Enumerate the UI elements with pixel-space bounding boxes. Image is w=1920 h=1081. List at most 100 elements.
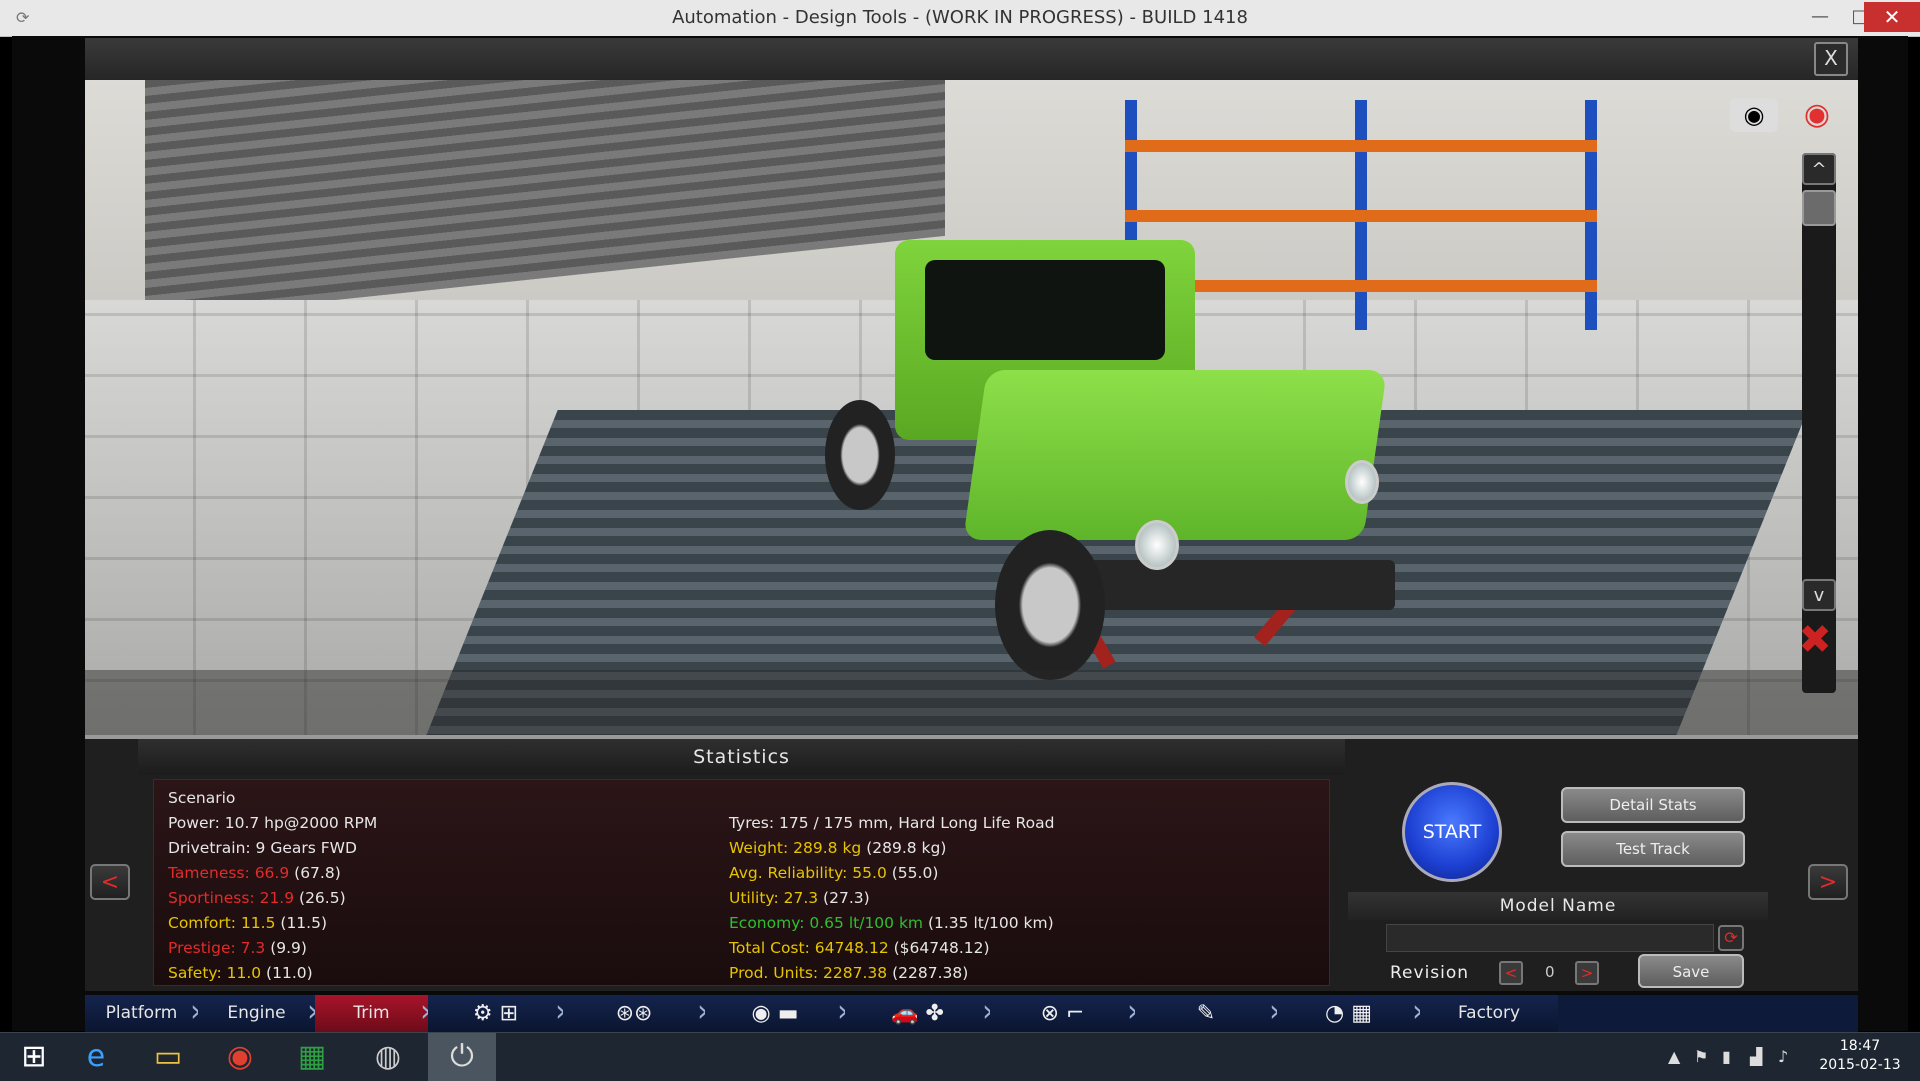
green-truck-model [825,240,1405,680]
tab-label: Trim [353,1003,390,1023]
gearbox-tab[interactable]: ⚙ ⊞ [428,995,563,1032]
stat-row: Comfort: 11.5 (11.5) [168,911,377,936]
revision-next-button[interactable]: > [1575,961,1599,985]
car-body-icon: 🚗 ✤ [891,1001,944,1026]
statistics-title: Statistics [138,739,1345,775]
stat-label: Total Cost: 64748.12 [729,939,889,957]
tray-expand-icon[interactable]: ▲ [1668,1047,1680,1066]
clock-time: 18:47 [1839,1038,1881,1054]
save-button[interactable]: Save [1638,954,1744,988]
stats-right-column: Tyres: 175 / 175 mm, Hard Long Life Road… [729,786,1054,986]
network-icon[interactable]: ▟ [1750,1047,1762,1066]
automation-game-icon[interactable]: ⏻ [428,1033,496,1081]
minimize-button[interactable]: — [1800,2,1840,32]
file-explorer-icon[interactable]: ▭ [134,1033,202,1081]
paint-tab[interactable]: ✎ [1135,995,1277,1032]
stat-label: Utility: 27.3 [729,889,819,907]
prev-page-button[interactable]: < [90,864,130,900]
revision-label: Revision [1390,963,1470,983]
close-window-button[interactable]: ✕ [1864,2,1920,32]
test-track-button[interactable]: Test Track [1561,831,1745,867]
clock-date: 2015-02-13 [1819,1057,1901,1073]
next-page-button[interactable]: > [1808,864,1848,900]
stat-row: Utility: 27.3 (27.3) [729,886,1054,911]
suspension-icon: ◉ ▬ [751,1001,799,1026]
stat-value: (11.0) [261,964,313,982]
internet-explorer-icon[interactable]: e [62,1033,130,1081]
stat-row: Prestige: 7.3 (9.9) [168,936,377,961]
stat-value: (27.3) [818,889,870,907]
stat-label: Weight: 289.8 kg [729,839,862,857]
tab-platform[interactable]: Platform [85,995,198,1032]
chrome-icon[interactable]: ◉ [206,1033,274,1081]
stat-label: Drivetrain: 9 Gears FWD [168,839,357,857]
stat-label: Comfort: 11.5 [168,914,276,932]
stats-left-column: Scenario Power: 10.7 hp@2000 RPM Drivetrai… [168,786,377,986]
car-3d-viewport[interactable]: ◉ ◉ ^ v ✖ [85,80,1858,735]
stat-row: Economy: 0.65 lt/100 km (1.35 lt/100 km) [729,911,1054,936]
stat-row: Sportiness: 21.9 (26.5) [168,886,377,911]
store-icon[interactable]: ▦ [278,1033,346,1081]
camera-icon[interactable]: ◉ [1730,98,1778,132]
refresh-icon[interactable]: ⟳ [1718,925,1744,951]
stat-label: Safety: 11.0 [168,964,262,982]
viewport-overlay-strip [85,670,1858,735]
stat-row: Scenario [168,786,377,811]
zoom-scroll-thumb[interactable] [1802,190,1836,226]
statistics-box: Scenario Power: 10.7 hp@2000 RPM Drivetrai… [153,779,1330,986]
design-tabs-bar: Platform › Engine › Trim › ⚙ ⊞ › ⊛⊛ › ◉ ▬ › 🚗 ✤ › ⊗ ⌐ ›… [85,995,1858,1032]
revision-prev-button[interactable]: < [1499,961,1523,985]
suspension-tab[interactable]: ◉ ▬ [705,995,845,1032]
stat-label: Economy: 0.65 lt/100 km [729,914,924,932]
zoom-scroll-track[interactable] [1802,153,1836,693]
stat-row: Safety: 11.0 (11.0) [168,961,377,986]
stat-label: Tyres: 175 / 175 mm, Hard Long Life Road [729,814,1055,832]
tab-engine[interactable]: Engine [198,995,315,1032]
stat-label: Power: 10.7 hp@2000 RPM [168,814,378,832]
stat-label: Prestige: 7.3 [168,939,266,957]
stat-value: (9.9) [265,939,307,957]
volume-icon[interactable]: ♪ [1778,1047,1788,1066]
stat-label: Avg. Reliability: 55.0 [729,864,887,882]
stat-value: (289.8 kg) [861,839,947,857]
zoom-up-button[interactable]: ^ [1802,153,1836,185]
stat-value: (11.5) [275,914,328,932]
stat-value: ($64748.12) [888,939,990,957]
model-name-label: Model Name [1348,892,1768,920]
stat-value: (2287.38) [887,964,969,982]
tab-trim[interactable]: Trim [315,995,428,1032]
zoom-down-button[interactable]: v [1802,579,1836,611]
stat-row: Tyres: 175 / 175 mm, Hard Long Life Road [729,811,1054,836]
battery-icon[interactable]: ▮ [1722,1047,1731,1066]
stat-value: (1.35 lt/100 km) [923,914,1054,932]
taskbar-clock[interactable]: 18:47 2015-02-13 [1808,1037,1912,1075]
wheels-tab[interactable]: ⊛⊛ [563,995,705,1032]
windows-taskbar: ⊞ e ▭ ◉ ▦ ◍ ⏻ ▲ ⚑ ▮ ▟ ♪ 18:47 2015-02-13 [0,1032,1920,1081]
stat-row: Weight: 289.8 kg (289.8 kg) [729,836,1054,861]
detail-stats-button[interactable]: Detail Stats [1561,787,1745,823]
stat-row: Drivetrain: 9 Gears FWD [168,836,377,861]
start-button[interactable]: START [1402,782,1502,882]
gearbox-icon: ⚙ ⊞ [472,1001,519,1026]
statistics-panel: Statistics Scenario Power: 10.7 hp@2000 R… [85,739,1858,991]
tab-label: Factory [1457,1003,1521,1023]
stat-label: Tameness: 66.9 [168,864,290,882]
interior-tab[interactable]: ⊗ ⌐ [990,995,1135,1032]
tab-factory[interactable]: Factory [1420,995,1558,1032]
car-body-tab[interactable]: 🚗 ✤ [845,995,990,1032]
stat-row: Total Cost: 64748.12 ($64748.12) [729,936,1054,961]
stat-label: Prod. Units: 2287.38 [729,964,888,982]
game-close-button[interactable]: X [1814,42,1848,76]
eye-icon[interactable]: ◉ [1790,98,1844,132]
window-titlebar: ⟳ Automation - Design Tools - (WORK IN P… [0,0,1920,37]
camera-off-icon[interactable]: ✖ [1790,620,1840,660]
revision-value: 0 [1545,963,1555,981]
model-name-input[interactable] [1386,924,1714,952]
windows-start-icon[interactable]: ⊞ [0,1033,68,1081]
flag-icon[interactable]: ⚑ [1694,1047,1708,1066]
window-title: Automation - Design Tools - (WORK IN PRO… [672,7,1248,28]
steam-icon[interactable]: ◍ [354,1033,422,1081]
tab-label: Engine [227,1003,286,1023]
testing-tab[interactable]: ◔ ▦ [1277,995,1420,1032]
stat-row: Prod. Units: 2287.38 (2287.38) [729,961,1054,986]
